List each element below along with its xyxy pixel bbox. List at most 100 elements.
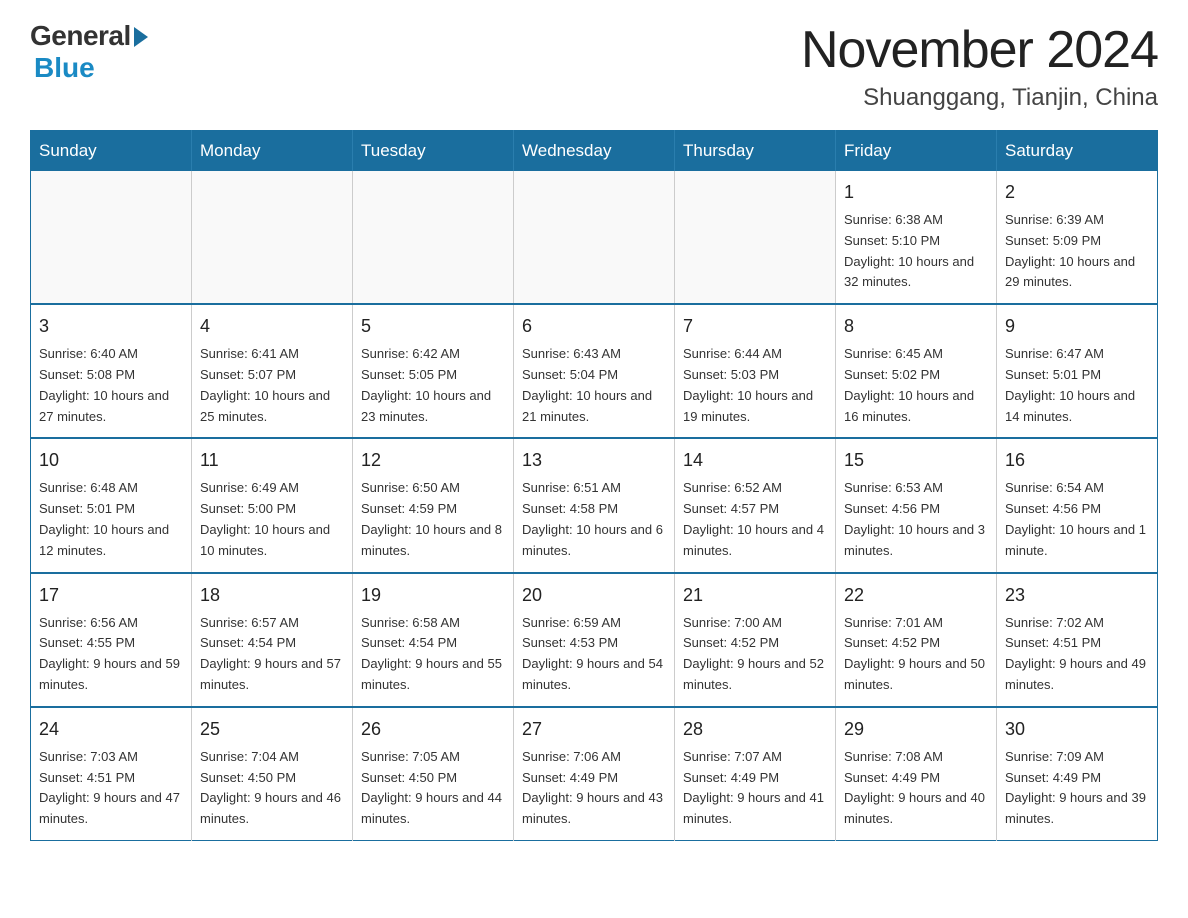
month-year-title: November 2024 <box>801 20 1158 80</box>
calendar-cell: 4Sunrise: 6:41 AMSunset: 5:07 PMDaylight… <box>192 304 353 438</box>
calendar-cell: 21Sunrise: 7:00 AMSunset: 4:52 PMDayligh… <box>675 573 836 707</box>
calendar-cell: 29 Sunrise: 7:08 AMSunset: 4:49 PMDayligh… <box>836 707 997 841</box>
calendar-week-3: 10 Sunrise: 6:48 AMSunset: 5:01 PMDayligh… <box>31 438 1158 572</box>
day-info: Sunrise: 6:59 AMSunset: 4:53 PMDaylight:… <box>522 613 666 696</box>
weekday-header-thursday: Thursday <box>675 131 836 172</box>
weekday-header-saturday: Saturday <box>997 131 1158 172</box>
day-info: Sunrise: 6:53 AMSunset: 4:56 PMDaylight:… <box>844 478 988 561</box>
calendar-cell: 10 Sunrise: 6:48 AMSunset: 5:01 PMDayligh… <box>31 438 192 572</box>
calendar-cell: 30 Sunrise: 7:09 AMSunset: 4:49 PMDayligh… <box>997 707 1158 841</box>
calendar-cell <box>353 171 514 304</box>
day-number: 28 <box>683 716 827 743</box>
day-number: 10 <box>39 447 183 474</box>
day-number: 29 <box>844 716 988 743</box>
day-number: 17 <box>39 582 183 609</box>
day-info: Sunrise: 6:54 AMSunset: 4:56 PMDaylight:… <box>1005 478 1149 561</box>
calendar-cell: 9Sunrise: 6:47 AMSunset: 5:01 PMDaylight… <box>997 304 1158 438</box>
calendar-week-5: 24 Sunrise: 7:03 AMSunset: 4:51 PMDayligh… <box>31 707 1158 841</box>
calendar-cell: 1Sunrise: 6:38 AMSunset: 5:10 PMDaylight… <box>836 171 997 304</box>
calendar-cell: 5Sunrise: 6:42 AMSunset: 5:05 PMDaylight… <box>353 304 514 438</box>
weekday-header-friday: Friday <box>836 131 997 172</box>
calendar-week-2: 3 Sunrise: 6:40 AMSunset: 5:08 PMDaylight… <box>31 304 1158 438</box>
calendar-cell: 26 Sunrise: 7:05 AMSunset: 4:50 PMDayligh… <box>353 707 514 841</box>
day-number: 30 <box>1005 716 1149 743</box>
calendar-cell: 16 Sunrise: 6:54 AMSunset: 4:56 PMDayligh… <box>997 438 1158 572</box>
day-number: 11 <box>200 447 344 474</box>
calendar-cell: 13Sunrise: 6:51 AMSunset: 4:58 PMDayligh… <box>514 438 675 572</box>
calendar-cell: 14Sunrise: 6:52 AMSunset: 4:57 PMDayligh… <box>675 438 836 572</box>
calendar-cell: 15 Sunrise: 6:53 AMSunset: 4:56 PMDayligh… <box>836 438 997 572</box>
day-number: 9 <box>1005 313 1149 340</box>
day-info: Sunrise: 7:08 AMSunset: 4:49 PMDaylight:… <box>844 747 988 830</box>
calendar-cell: 17 Sunrise: 6:56 AMSunset: 4:55 PMDayligh… <box>31 573 192 707</box>
day-info: Sunrise: 6:58 AMSunset: 4:54 PMDaylight:… <box>361 613 505 696</box>
calendar-cell: 11Sunrise: 6:49 AMSunset: 5:00 PMDayligh… <box>192 438 353 572</box>
title-section: November 2024 Shuanggang, Tianjin, China <box>801 20 1158 112</box>
weekday-header-wednesday: Wednesday <box>514 131 675 172</box>
day-number: 26 <box>361 716 505 743</box>
calendar-cell: 12 Sunrise: 6:50 AMSunset: 4:59 PMDayligh… <box>353 438 514 572</box>
day-info: Sunrise: 7:06 AMSunset: 4:49 PMDaylight:… <box>522 747 666 830</box>
weekday-header-monday: Monday <box>192 131 353 172</box>
calendar-cell <box>675 171 836 304</box>
day-number: 13 <box>522 447 666 474</box>
day-info: Sunrise: 6:56 AMSunset: 4:55 PMDaylight:… <box>39 613 183 696</box>
calendar-table: SundayMondayTuesdayWednesdayThursdayFrid… <box>30 130 1158 841</box>
day-number: 25 <box>200 716 344 743</box>
day-info: Sunrise: 6:45 AMSunset: 5:02 PMDaylight:… <box>844 344 988 427</box>
calendar-cell <box>31 171 192 304</box>
day-number: 24 <box>39 716 183 743</box>
day-number: 19 <box>361 582 505 609</box>
calendar-cell: 2 Sunrise: 6:39 AMSunset: 5:09 PMDaylight… <box>997 171 1158 304</box>
calendar-cell: 22Sunrise: 7:01 AMSunset: 4:52 PMDayligh… <box>836 573 997 707</box>
day-info: Sunrise: 7:07 AMSunset: 4:49 PMDaylight:… <box>683 747 827 830</box>
day-info: Sunrise: 6:44 AMSunset: 5:03 PMDaylight:… <box>683 344 827 427</box>
day-number: 15 <box>844 447 988 474</box>
calendar-body: 1Sunrise: 6:38 AMSunset: 5:10 PMDaylight… <box>31 171 1158 840</box>
day-number: 14 <box>683 447 827 474</box>
day-number: 21 <box>683 582 827 609</box>
calendar-cell: 25Sunrise: 7:04 AMSunset: 4:50 PMDayligh… <box>192 707 353 841</box>
calendar-cell: 20 Sunrise: 6:59 AMSunset: 4:53 PMDayligh… <box>514 573 675 707</box>
day-number: 3 <box>39 313 183 340</box>
day-number: 4 <box>200 313 344 340</box>
logo-arrow-icon <box>134 27 148 47</box>
day-number: 2 <box>1005 179 1149 206</box>
calendar-cell: 3 Sunrise: 6:40 AMSunset: 5:08 PMDaylight… <box>31 304 192 438</box>
day-number: 22 <box>844 582 988 609</box>
calendar-cell: 27 Sunrise: 7:06 AMSunset: 4:49 PMDayligh… <box>514 707 675 841</box>
day-number: 6 <box>522 313 666 340</box>
day-info: Sunrise: 6:50 AMSunset: 4:59 PMDaylight:… <box>361 478 505 561</box>
page-header: General Blue November 2024 Shuanggang, T… <box>30 20 1158 112</box>
weekday-header-sunday: Sunday <box>31 131 192 172</box>
logo: General Blue <box>30 20 148 84</box>
day-number: 23 <box>1005 582 1149 609</box>
weekday-header-tuesday: Tuesday <box>353 131 514 172</box>
calendar-cell <box>514 171 675 304</box>
logo-general-text: General <box>30 20 131 52</box>
day-number: 8 <box>844 313 988 340</box>
day-number: 20 <box>522 582 666 609</box>
day-number: 16 <box>1005 447 1149 474</box>
calendar-cell: 23 Sunrise: 7:02 AMSunset: 4:51 PMDayligh… <box>997 573 1158 707</box>
weekday-header-row: SundayMondayTuesdayWednesdayThursdayFrid… <box>31 131 1158 172</box>
day-number: 12 <box>361 447 505 474</box>
day-info: Sunrise: 7:05 AMSunset: 4:50 PMDaylight:… <box>361 747 505 830</box>
day-info: Sunrise: 7:02 AMSunset: 4:51 PMDaylight:… <box>1005 613 1149 696</box>
calendar-cell: 6 Sunrise: 6:43 AMSunset: 5:04 PMDaylight… <box>514 304 675 438</box>
day-info: Sunrise: 6:40 AMSunset: 5:08 PMDaylight:… <box>39 344 183 427</box>
calendar-cell: 7Sunrise: 6:44 AMSunset: 5:03 PMDaylight… <box>675 304 836 438</box>
day-info: Sunrise: 6:43 AMSunset: 5:04 PMDaylight:… <box>522 344 666 427</box>
day-info: Sunrise: 6:39 AMSunset: 5:09 PMDaylight:… <box>1005 210 1149 293</box>
day-info: Sunrise: 6:48 AMSunset: 5:01 PMDaylight:… <box>39 478 183 561</box>
logo-blue-text: Blue <box>34 52 95 84</box>
day-info: Sunrise: 7:09 AMSunset: 4:49 PMDaylight:… <box>1005 747 1149 830</box>
calendar-cell: 8 Sunrise: 6:45 AMSunset: 5:02 PMDaylight… <box>836 304 997 438</box>
day-info: Sunrise: 6:57 AMSunset: 4:54 PMDaylight:… <box>200 613 344 696</box>
day-info: Sunrise: 7:03 AMSunset: 4:51 PMDaylight:… <box>39 747 183 830</box>
day-number: 27 <box>522 716 666 743</box>
day-info: Sunrise: 6:38 AMSunset: 5:10 PMDaylight:… <box>844 210 988 293</box>
calendar-week-1: 1Sunrise: 6:38 AMSunset: 5:10 PMDaylight… <box>31 171 1158 304</box>
calendar-cell: 18Sunrise: 6:57 AMSunset: 4:54 PMDayligh… <box>192 573 353 707</box>
location-text: Shuanggang, Tianjin, China <box>801 84 1158 112</box>
